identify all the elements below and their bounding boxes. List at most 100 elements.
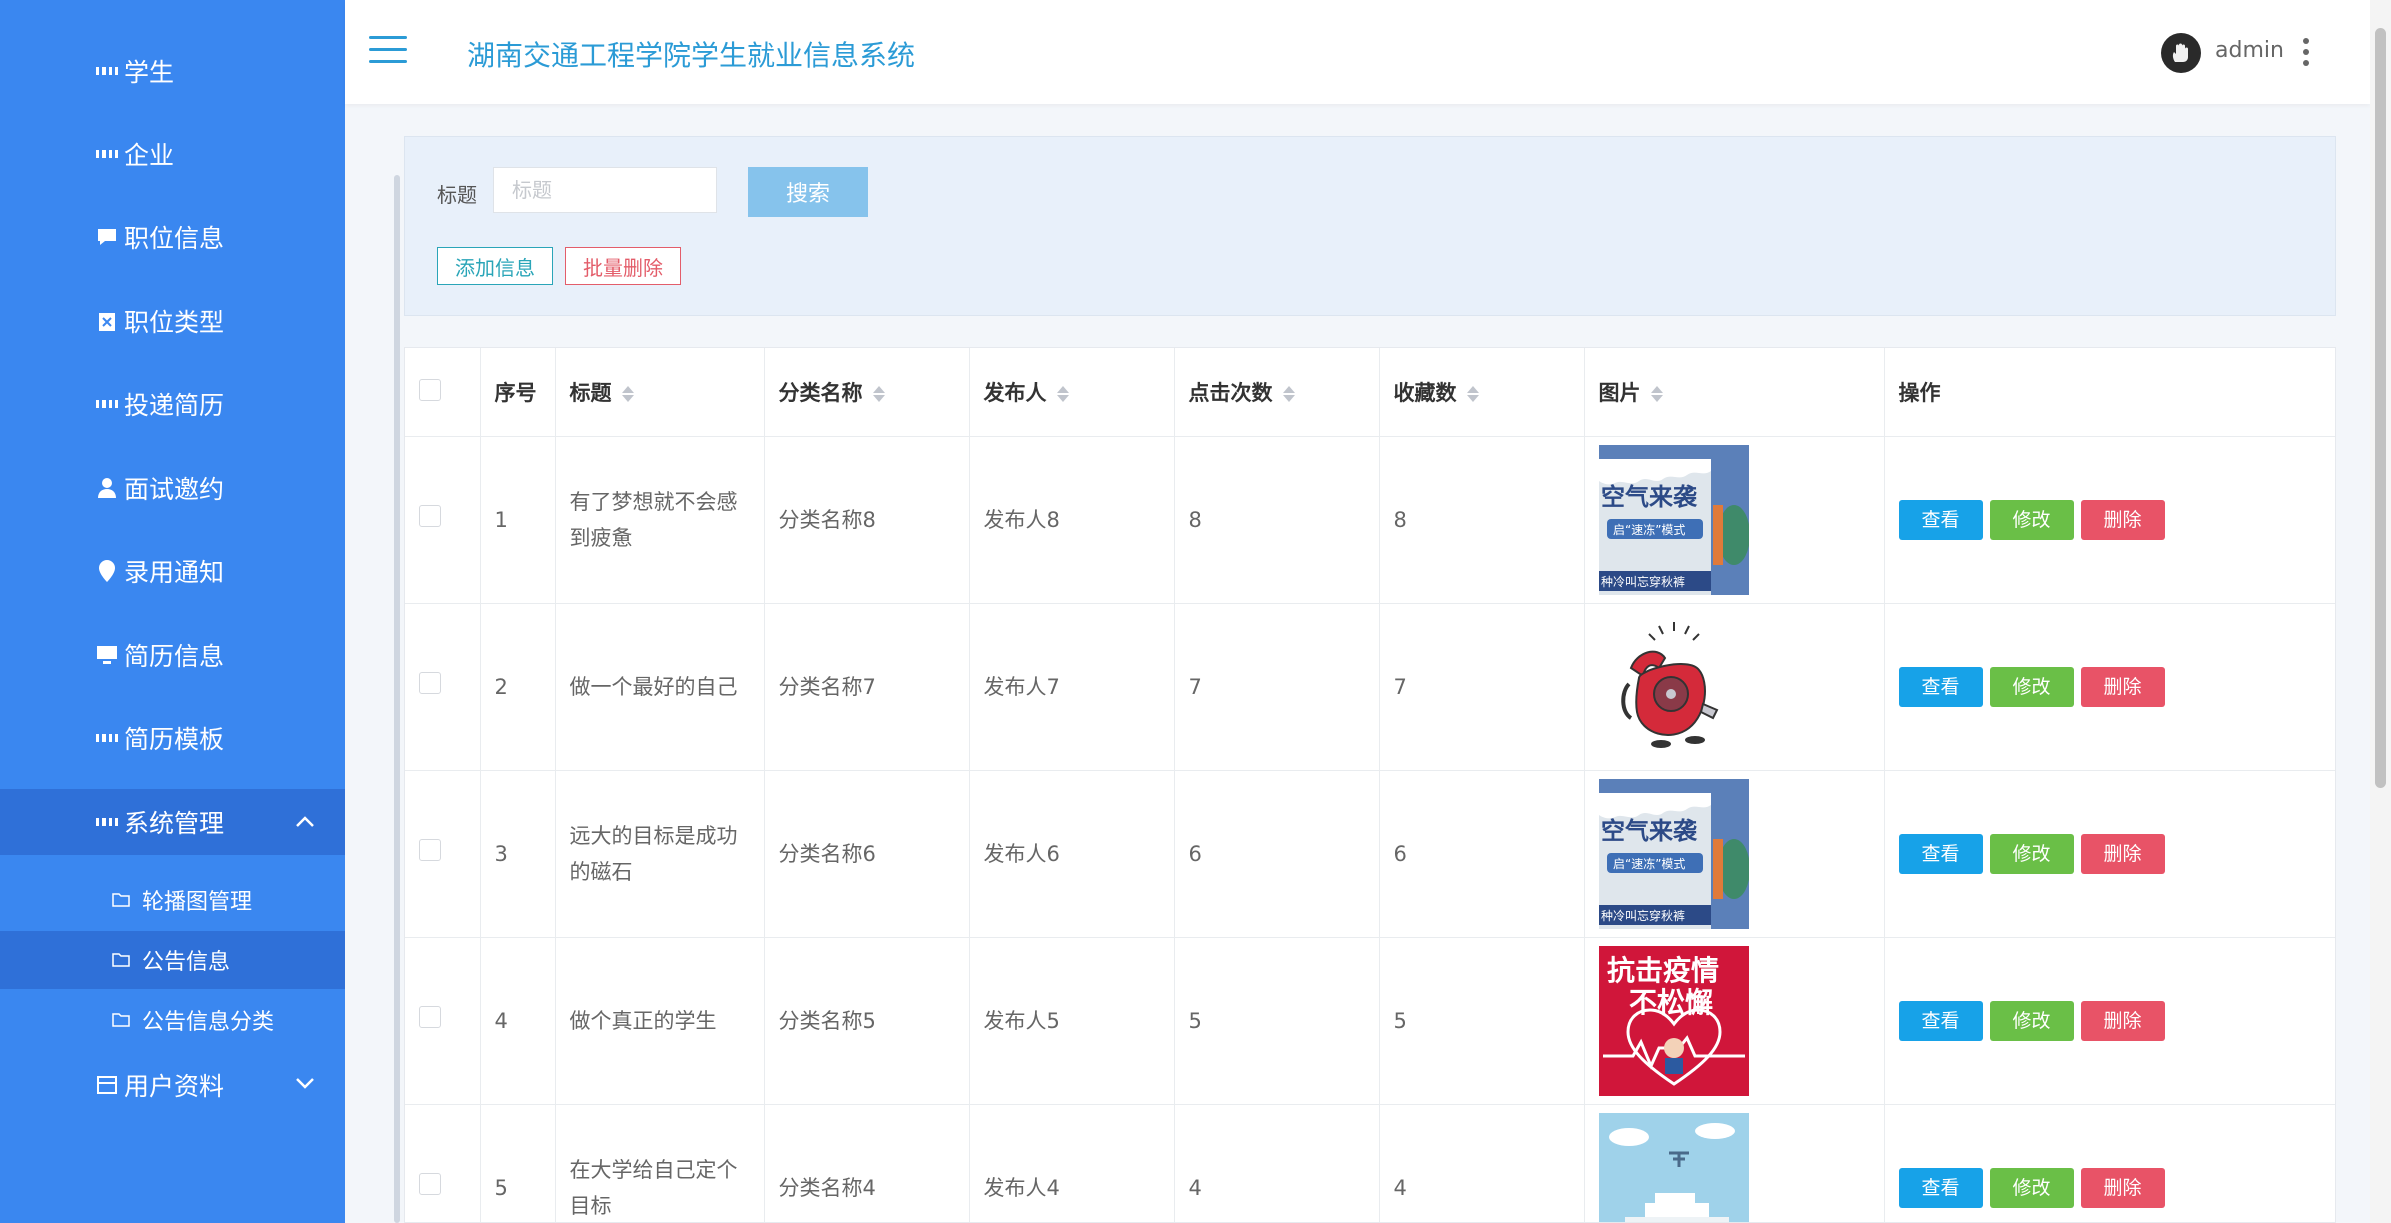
view-button[interactable]: 查看 (1898, 667, 1983, 707)
sort-icon[interactable] (1650, 384, 1663, 404)
sidebar-item-resume-info[interactable]: 简历信息 (0, 622, 345, 688)
sidebar-item-label: 系统管理 (124, 809, 225, 838)
column-header-category[interactable]: 分类名称 (764, 348, 970, 437)
more-menu-icon[interactable] (2301, 38, 2311, 66)
cell-number: 4 (480, 937, 556, 1105)
column-header-publisher[interactable]: 发布人 (969, 348, 1175, 437)
cell-publisher: 发布人4 (969, 1104, 1175, 1222)
sort-icon[interactable] (1466, 384, 1479, 404)
column-header-image[interactable]: 图片 (1584, 348, 1885, 437)
card-icon (96, 1074, 118, 1096)
row-checkbox[interactable] (419, 1006, 441, 1028)
table-row: 2 做一个最好的自己 分类名称7 发布人7 7 7 查看 修改 删除 (405, 603, 2335, 771)
menu-toggle-icon[interactable] (369, 36, 407, 64)
column-header-title[interactable]: 标题 (555, 348, 765, 437)
red-telephone-image[interactable] (1598, 612, 1749, 762)
select-all-checkbox-cell (405, 348, 481, 437)
content-scrollbar[interactable] (394, 175, 400, 1223)
sidebar-item-resume-submissions[interactable]: 投递简历 (0, 371, 345, 437)
view-button[interactable]: 查看 (1898, 500, 1983, 540)
sidebar-item-resume-templates[interactable]: 简历模板 (0, 705, 345, 771)
edit-button[interactable]: 修改 (1989, 500, 2074, 540)
sidebar-item-user-profile[interactable]: 用户资料 (0, 1052, 345, 1118)
hand-icon (2172, 43, 2188, 62)
cell-title: 做个真正的学生 (555, 937, 765, 1105)
sort-icon[interactable] (1056, 384, 1069, 404)
row-checkbox[interactable] (419, 505, 441, 527)
sidebar: 学生 企业 职位信息 职位类型 投递简历 面试邀约 录用通知 简历信息 简历模板… (0, 0, 345, 1223)
row-checkbox[interactable] (419, 1173, 441, 1195)
column-header-favorites[interactable]: 收藏数 (1379, 348, 1585, 437)
edit-button[interactable]: 修改 (1989, 834, 2074, 874)
sort-icon[interactable] (621, 384, 634, 404)
sidebar-item-system-management[interactable]: 系统管理 (0, 789, 345, 855)
sidebar-item-label: 企业 (124, 141, 175, 170)
grid-icon (96, 143, 118, 165)
sidebar-subitem-label: 公告信息 (142, 950, 231, 975)
sidebar-item-interview-invites[interactable]: 面试邀约 (0, 455, 345, 521)
edit-button[interactable]: 修改 (1989, 1168, 2074, 1208)
sidebar-subitem-carousel[interactable]: 轮播图管理 (0, 871, 345, 929)
sidebar-item-companies[interactable]: 企业 (0, 121, 345, 187)
delete-button[interactable]: 删除 (2080, 667, 2165, 707)
cell-clicks: 4 (1174, 1104, 1380, 1222)
svg-text:空气来袭: 空气来袭 (1601, 483, 1698, 511)
sidebar-item-label: 职位类型 (124, 308, 225, 337)
sidebar-item-label: 用户资料 (124, 1072, 225, 1101)
sidebar-item-offer-notices[interactable]: 录用通知 (0, 538, 345, 604)
username[interactable]: admin (2215, 38, 2284, 63)
cell-number: 5 (480, 1104, 556, 1222)
column-header-label: 标题 (569, 381, 612, 405)
cold-air-poster-image[interactable]: 空气来袭 启“速冻”模式 种冷叫忘穿秋裤 (1598, 445, 1749, 595)
sidebar-item-job-info[interactable]: 职位信息 (0, 204, 345, 270)
delete-button[interactable]: 删除 (2080, 500, 2165, 540)
edit-button[interactable]: 修改 (1989, 1001, 2074, 1041)
delete-button[interactable]: 删除 (2080, 834, 2165, 874)
sidebar-item-label: 面试邀约 (124, 475, 225, 504)
row-checkbox[interactable] (419, 672, 441, 694)
column-header-clicks[interactable]: 点击次数 (1174, 348, 1380, 437)
grid-icon (96, 727, 118, 749)
cold-air-poster-image[interactable]: 空气来袭 启“速冻”模式 种冷叫忘穿秋裤 (1598, 779, 1749, 929)
add-info-button[interactable]: 添加信息 (437, 247, 553, 285)
cell-image: 空气来袭 启“速冻”模式 种冷叫忘穿秋裤 (1584, 770, 1885, 938)
view-button[interactable]: 查看 (1898, 1001, 1983, 1041)
edit-button[interactable]: 修改 (1989, 667, 2074, 707)
avatar[interactable] (2161, 33, 2201, 73)
row-checkbox[interactable] (419, 839, 441, 861)
view-button[interactable]: 查看 (1898, 834, 1983, 874)
search-input[interactable] (493, 167, 717, 213)
cell-favorites: 8 (1379, 436, 1585, 604)
page-scrollbar[interactable] (2370, 0, 2391, 1223)
fight-epidemic-poster-image[interactable]: 抗击疫情 不松懈 (1598, 946, 1749, 1096)
sidebar-item-job-types[interactable]: 职位类型 (0, 288, 345, 354)
sort-icon[interactable] (872, 384, 885, 404)
sort-icon[interactable] (1282, 384, 1295, 404)
cell-clicks: 8 (1174, 436, 1380, 604)
sidebar-subitem-announcement-categories[interactable]: 公告信息分类 (0, 991, 345, 1049)
cell-category: 分类名称5 (764, 937, 970, 1105)
sidebar-subitem-announcements[interactable]: 公告信息 (0, 931, 345, 989)
folder-icon (112, 893, 130, 907)
delete-button[interactable]: 删除 (2080, 1168, 2165, 1208)
row-checkbox-cell (405, 603, 481, 771)
cell-publisher: 发布人6 (969, 770, 1175, 938)
search-button[interactable]: 搜索 (748, 167, 868, 217)
delete-button[interactable]: 删除 (2080, 1001, 2165, 1041)
sidebar-item-students[interactable]: 学生 (0, 38, 345, 104)
batch-delete-button[interactable]: 批量删除 (565, 247, 681, 285)
cell-publisher: 发布人5 (969, 937, 1175, 1105)
cell-actions: 查看 修改 删除 (1884, 937, 2335, 1105)
cell-image: 抗击疫情 不松懈 (1584, 937, 1885, 1105)
sidebar-item-label: 简历模板 (124, 725, 225, 754)
cell-number: 2 (480, 603, 556, 771)
scrollbar-thumb[interactable] (2375, 28, 2386, 788)
ship-illustration-image[interactable] (1598, 1113, 1749, 1223)
svg-text:抗击疫情: 抗击疫情 (1607, 954, 1719, 987)
view-button[interactable]: 查看 (1898, 1168, 1983, 1208)
grid-icon (96, 393, 118, 415)
select-all-checkbox[interactable] (419, 378, 441, 401)
cell-category: 分类名称8 (764, 436, 970, 604)
table-row: 3 远大的目标是成功的磁石 分类名称6 发布人6 6 6 空气来袭 启“速冻”模… (405, 770, 2335, 938)
cell-actions: 查看 修改 删除 (1884, 603, 2335, 771)
